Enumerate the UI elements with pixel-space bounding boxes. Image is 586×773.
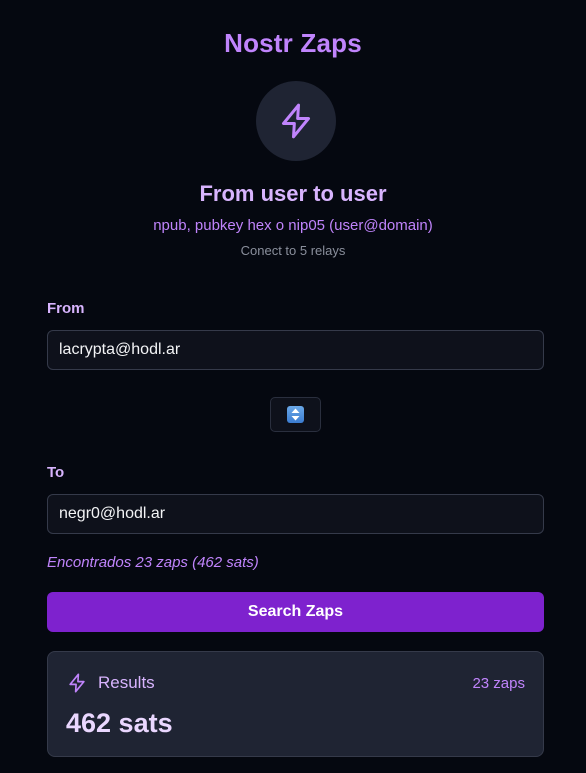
input-hint: npub, pubkey hex o nip05 (user@domain)	[153, 217, 433, 234]
to-label: To	[47, 464, 65, 481]
results-title-group: Results	[66, 672, 155, 694]
to-input[interactable]	[47, 494, 544, 534]
app-page: Nostr Zaps From user to user npub, pubke…	[0, 0, 586, 773]
relays-status: Conect to 5 relays	[240, 243, 346, 258]
lightning-icon	[282, 103, 310, 139]
page-subtitle: From user to user	[199, 181, 387, 206]
zaps-found-status: Encontrados 23 zaps (462 sats)	[47, 554, 259, 571]
results-label: Results	[98, 673, 155, 692]
search-zaps-button[interactable]: Search Zaps	[47, 592, 544, 632]
lightning-icon	[69, 673, 85, 693]
results-header: Results 23 zaps	[66, 672, 525, 694]
from-label: From	[47, 300, 85, 317]
swap-button[interactable]	[270, 397, 321, 432]
app-title: Nostr Zaps	[224, 28, 362, 58]
results-total-sats: 462 sats	[66, 708, 173, 738]
up-down-arrow-icon	[287, 406, 304, 423]
app-logo	[256, 81, 336, 161]
from-input[interactable]	[47, 330, 544, 370]
results-card: Results 23 zaps 462 sats	[47, 651, 544, 757]
results-zap-count: 23 zaps	[472, 674, 525, 692]
